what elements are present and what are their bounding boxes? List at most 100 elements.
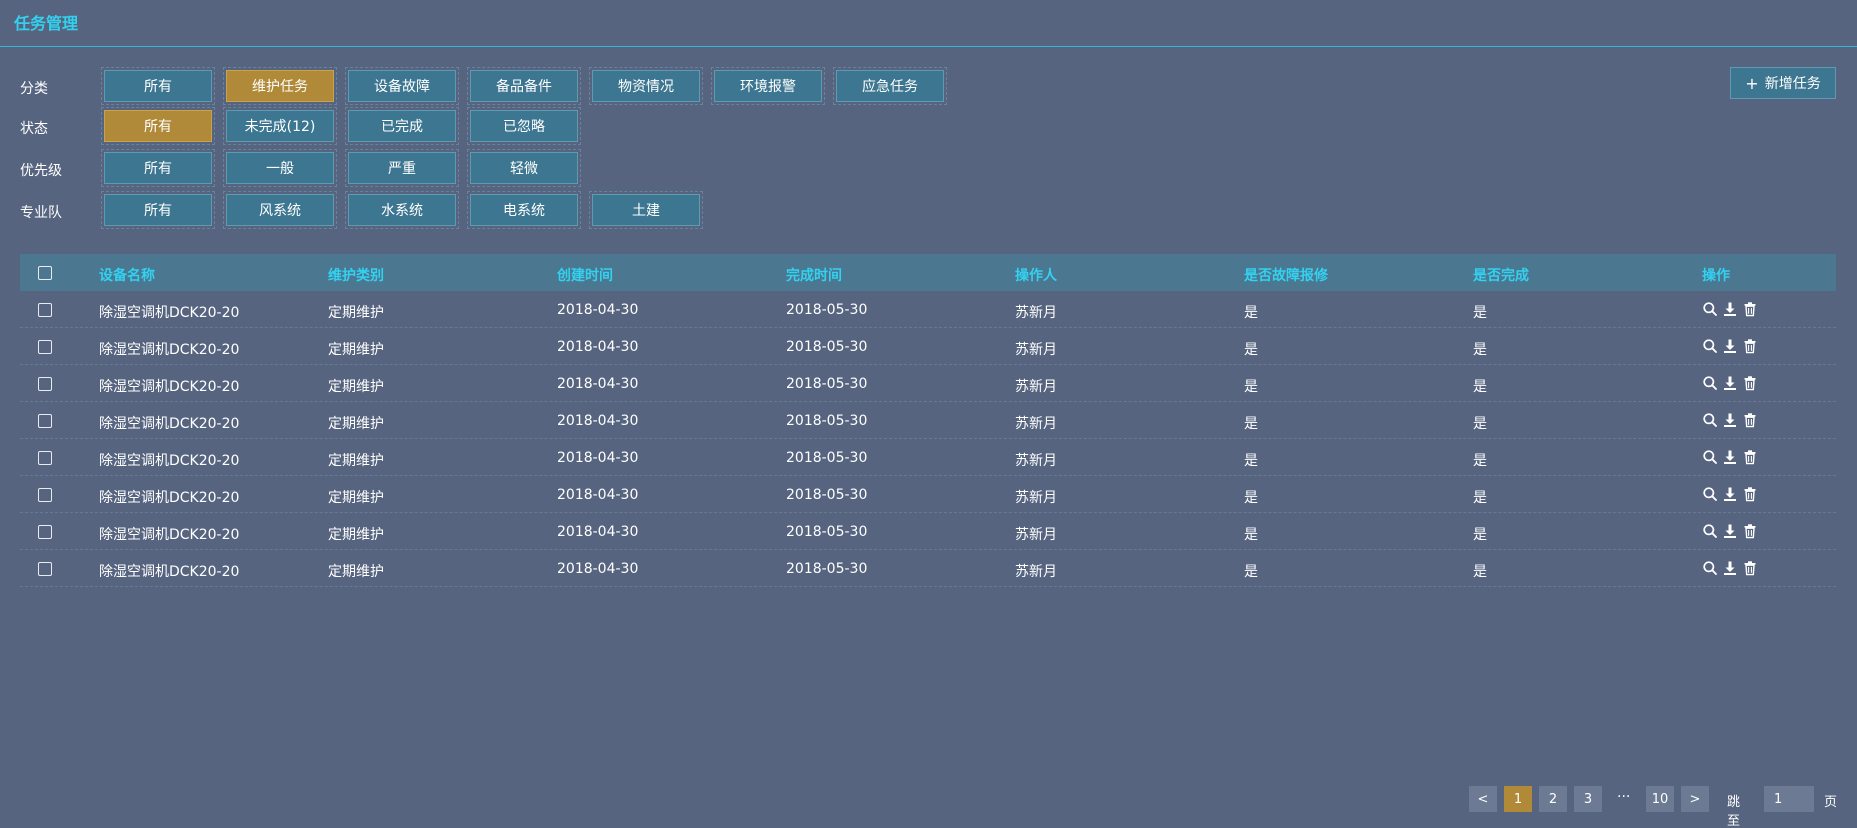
table-cell: 2018-05-30 bbox=[786, 376, 868, 392]
prev-page-button[interactable]: < bbox=[1469, 786, 1497, 812]
filter-chip-priority[interactable]: 严重 bbox=[345, 149, 459, 187]
page-suffix: 页 bbox=[1824, 795, 1838, 810]
table-row: 除湿空调机DCK20-20 定期维护 2018-04-30 2018-05-30 苏新月… bbox=[20, 328, 1836, 365]
filter-chip-priority[interactable]: 所有 bbox=[101, 149, 215, 187]
filter-chip-status[interactable]: 已完成 bbox=[345, 107, 459, 145]
page-button[interactable]: 1 bbox=[1504, 786, 1532, 812]
filter-chip-category[interactable]: 维护任务 bbox=[223, 67, 337, 105]
search-icon[interactable] bbox=[1702, 338, 1718, 354]
table-cell: 2018-04-30 bbox=[557, 524, 639, 540]
download-icon[interactable] bbox=[1722, 301, 1738, 317]
table-cell: 2018-04-30 bbox=[557, 376, 639, 392]
search-icon[interactable] bbox=[1702, 523, 1718, 539]
table-cell: 苏新月 bbox=[1015, 490, 1057, 506]
table-cell: 苏新月 bbox=[1015, 453, 1057, 469]
table-cell: 苏新月 bbox=[1015, 416, 1057, 432]
search-icon[interactable] bbox=[1702, 560, 1718, 576]
table-cell: 是 bbox=[1473, 527, 1487, 543]
filter-chip-category[interactable]: 环境报警 bbox=[711, 67, 825, 105]
table-cell: 除湿空调机DCK20-20 bbox=[99, 305, 240, 321]
filter-chip-status[interactable]: 已忽略 bbox=[467, 107, 581, 145]
table-cell: 2018-05-30 bbox=[786, 487, 868, 503]
table-cell: 是 bbox=[1244, 305, 1258, 321]
table-cell: 苏新月 bbox=[1015, 379, 1057, 395]
filter-chip-priority[interactable]: 轻微 bbox=[467, 149, 581, 187]
page-button[interactable]: 10 bbox=[1646, 786, 1674, 812]
trash-icon[interactable] bbox=[1742, 412, 1758, 428]
search-icon[interactable] bbox=[1702, 412, 1718, 428]
filter-label-status: 状态 bbox=[20, 121, 48, 137]
trash-icon[interactable] bbox=[1742, 449, 1758, 465]
page-ellipsis: ··· bbox=[1617, 789, 1631, 805]
table-cell: 2018-04-30 bbox=[557, 450, 639, 466]
filter-chip-team[interactable]: 电系统 bbox=[467, 191, 581, 229]
row-checkbox[interactable] bbox=[38, 303, 52, 317]
filter-chip-team[interactable]: 所有 bbox=[101, 191, 215, 229]
filter-label-team: 专业队 bbox=[20, 205, 62, 221]
table-row: 除湿空调机DCK20-20 定期维护 2018-04-30 2018-05-30 苏新月… bbox=[20, 476, 1836, 513]
next-page-button[interactable]: > bbox=[1681, 786, 1709, 812]
table-row: 除湿空调机DCK20-20 定期维护 2018-04-30 2018-05-30 苏新月… bbox=[20, 513, 1836, 550]
trash-icon[interactable] bbox=[1742, 301, 1758, 317]
trash-icon[interactable] bbox=[1742, 375, 1758, 391]
trash-icon[interactable] bbox=[1742, 338, 1758, 354]
trash-icon[interactable] bbox=[1742, 523, 1758, 539]
filter-chip-category[interactable]: 备品备件 bbox=[467, 67, 581, 105]
download-icon[interactable] bbox=[1722, 338, 1738, 354]
download-icon[interactable] bbox=[1722, 560, 1738, 576]
table-row: 除湿空调机DCK20-20 定期维护 2018-04-30 2018-05-30 苏新月… bbox=[20, 439, 1836, 476]
add-task-button[interactable]: + 新增任务 bbox=[1730, 67, 1836, 99]
filter-chip-category[interactable]: 所有 bbox=[101, 67, 215, 105]
filter-chip-category[interactable]: 设备故障 bbox=[345, 67, 459, 105]
download-icon[interactable] bbox=[1722, 412, 1738, 428]
filter-chip-team[interactable]: 水系统 bbox=[345, 191, 459, 229]
download-icon[interactable] bbox=[1722, 523, 1738, 539]
table-cell: 是 bbox=[1244, 453, 1258, 469]
table-row: 除湿空调机DCK20-20 定期维护 2018-04-30 2018-05-30 苏新月… bbox=[20, 365, 1836, 402]
search-icon[interactable] bbox=[1702, 375, 1718, 391]
filter-chip-category[interactable]: 物资情况 bbox=[589, 67, 703, 105]
column-header: 操作人 bbox=[1015, 268, 1057, 284]
table-cell: 是 bbox=[1244, 379, 1258, 395]
row-checkbox[interactable] bbox=[38, 377, 52, 391]
download-icon[interactable] bbox=[1722, 375, 1738, 391]
table-cell: 定期维护 bbox=[328, 416, 384, 432]
filter-chip-team[interactable]: 土建 bbox=[589, 191, 703, 229]
row-checkbox[interactable] bbox=[38, 488, 52, 502]
table-cell: 苏新月 bbox=[1015, 305, 1057, 321]
row-actions bbox=[1702, 375, 1758, 391]
page-button[interactable]: 3 bbox=[1574, 786, 1602, 812]
column-header: 是否故障报修 bbox=[1244, 268, 1328, 284]
row-checkbox[interactable] bbox=[38, 340, 52, 354]
row-checkbox[interactable] bbox=[38, 562, 52, 576]
table-cell: 2018-05-30 bbox=[786, 524, 868, 540]
trash-icon[interactable] bbox=[1742, 486, 1758, 502]
filter-chip-team[interactable]: 风系统 bbox=[223, 191, 337, 229]
search-icon[interactable] bbox=[1702, 486, 1718, 502]
table-cell: 除湿空调机DCK20-20 bbox=[99, 564, 240, 580]
download-icon[interactable] bbox=[1722, 486, 1738, 502]
page-button[interactable]: 2 bbox=[1539, 786, 1567, 812]
trash-icon[interactable] bbox=[1742, 560, 1758, 576]
search-icon[interactable] bbox=[1702, 301, 1718, 317]
filter-chip-status[interactable]: 未完成(12) bbox=[223, 107, 337, 145]
column-header: 操作 bbox=[1702, 268, 1730, 284]
filter-label-priority: 优先级 bbox=[20, 163, 62, 179]
goto-page-input[interactable] bbox=[1764, 786, 1814, 812]
select-all-checkbox[interactable] bbox=[38, 266, 52, 280]
table-cell: 是 bbox=[1244, 564, 1258, 580]
search-icon[interactable] bbox=[1702, 449, 1718, 465]
table-cell: 定期维护 bbox=[328, 342, 384, 358]
table-cell: 定期维护 bbox=[328, 305, 384, 321]
table-cell: 除湿空调机DCK20-20 bbox=[99, 527, 240, 543]
table-body: 除湿空调机DCK20-20 定期维护 2018-04-30 2018-05-30 苏新月… bbox=[20, 291, 1836, 587]
filter-chip-priority[interactable]: 一般 bbox=[223, 149, 337, 187]
filter-chip-status[interactable]: 所有 bbox=[101, 107, 215, 145]
row-checkbox[interactable] bbox=[38, 414, 52, 428]
row-checkbox[interactable] bbox=[38, 525, 52, 539]
filter-chip-category[interactable]: 应急任务 bbox=[833, 67, 947, 105]
row-checkbox[interactable] bbox=[38, 451, 52, 465]
row-actions bbox=[1702, 449, 1758, 465]
download-icon[interactable] bbox=[1722, 449, 1738, 465]
table-cell: 2018-05-30 bbox=[786, 561, 868, 577]
